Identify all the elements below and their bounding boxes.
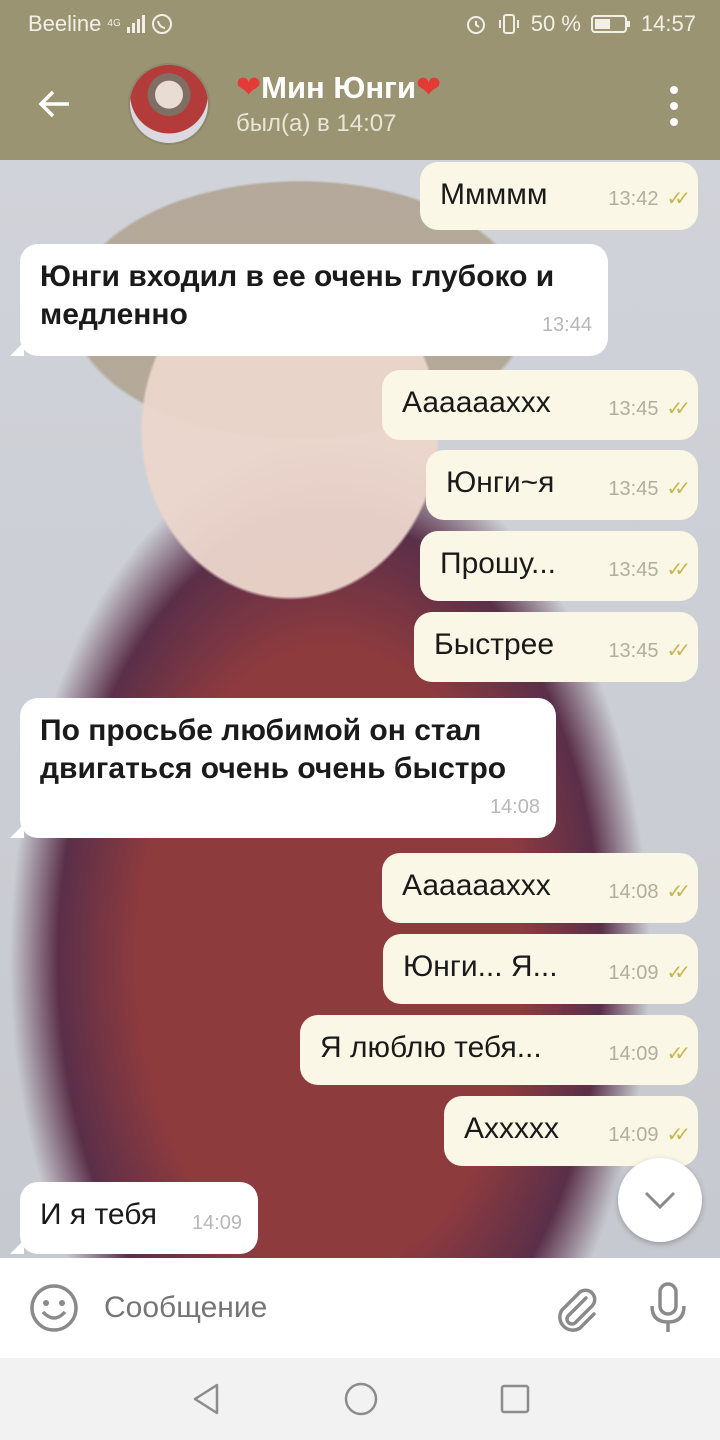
message-bubble[interactable]: Юнги~я 13:45 ✓✓ xyxy=(426,450,698,520)
double-check-icon: ✓✓ xyxy=(666,1124,690,1146)
message-text: Ааааааххх xyxy=(402,869,551,902)
microphone-icon[interactable] xyxy=(648,1282,688,1334)
message-time: 14:08 xyxy=(608,881,659,903)
message-time: 14:08 xyxy=(489,796,540,818)
message-text: Юнги входил в ее очень глубоко и медленн… xyxy=(40,260,555,331)
message-text: Я люблю тебя... xyxy=(320,1031,542,1064)
whatsapp-icon xyxy=(151,14,172,34)
message-time: 13:44 xyxy=(541,314,592,336)
battery-percent: 50 % xyxy=(530,11,581,36)
message-bubble[interactable]: Ааааааххх 13:45 ✓✓ xyxy=(382,370,698,440)
message-bubble[interactable]: Прошу... 13:45 ✓✓ xyxy=(420,531,698,601)
message-bubble[interactable]: Юнги входил в ее очень глубоко и медленн… xyxy=(10,244,608,356)
system-nav-bar xyxy=(0,1358,720,1440)
message-time: 13:45 xyxy=(608,640,659,662)
message-text: Прошу... xyxy=(440,547,557,580)
chevron-down-icon xyxy=(644,1191,676,1210)
message-text: Ааааааххх xyxy=(402,386,551,419)
arrow-left-icon xyxy=(38,90,69,118)
message-bubble[interactable]: По просьбе любимой он стал двигаться оче… xyxy=(10,698,556,838)
signal-icon xyxy=(126,15,145,33)
message-text: Ммммм xyxy=(440,178,548,211)
avatar[interactable] xyxy=(128,63,210,145)
last-seen: был(а) в 14:07 xyxy=(236,110,397,137)
message-bubble[interactable]: Ммммм 13:42 ✓✓ xyxy=(420,162,698,230)
message-text: Быстрее xyxy=(434,628,555,661)
chat-header: ❤ Мин Юнги ❤ был(а) в 14:07 xyxy=(0,48,720,160)
double-check-icon: ✓✓ xyxy=(666,478,690,500)
message-text: И я тебя xyxy=(40,1198,157,1231)
double-check-icon: ✓✓ xyxy=(666,881,690,903)
paperclip-icon[interactable] xyxy=(552,1284,600,1332)
network-type-label: 4G xyxy=(107,18,121,29)
message-text: Аххххх xyxy=(464,1112,560,1145)
carrier-label: Beeline xyxy=(28,11,102,36)
heart-icon: ❤ xyxy=(416,71,442,104)
message-time: 13:42 xyxy=(608,188,659,210)
contact-info[interactable]: ❤ Мин Юнги ❤ был(а) в 14:07 xyxy=(236,70,441,138)
message-time: 14:09 xyxy=(608,1124,659,1146)
message-time: 14:09 xyxy=(608,962,659,984)
contact-name: ❤ Мин Юнги ❤ xyxy=(236,70,441,106)
smiley-icon[interactable] xyxy=(28,1282,80,1334)
message-bubble[interactable]: И я тебя 14:09 xyxy=(10,1182,258,1254)
double-check-icon: ✓✓ xyxy=(666,398,690,420)
heart-icon: ❤ xyxy=(236,71,262,104)
recents-square-icon[interactable] xyxy=(499,1383,531,1415)
message-input[interactable] xyxy=(104,1291,524,1325)
double-check-icon: ✓✓ xyxy=(666,559,690,581)
more-vertical-icon xyxy=(670,86,678,94)
message-bubble[interactable]: Я люблю тебя... 14:09 ✓✓ xyxy=(300,1015,698,1085)
scroll-down-button[interactable] xyxy=(618,1158,702,1242)
message-bubble[interactable]: Юнги... Я... 14:09 ✓✓ xyxy=(383,934,698,1004)
message-time: 14:09 xyxy=(191,1212,242,1234)
back-button[interactable] xyxy=(0,48,110,160)
more-menu-button[interactable] xyxy=(664,86,684,126)
message-composer xyxy=(0,1258,720,1358)
double-check-icon: ✓✓ xyxy=(666,1043,690,1065)
message-bubble[interactable]: Аххххх 14:09 ✓✓ xyxy=(444,1096,698,1166)
message-time: 14:09 xyxy=(608,1043,659,1065)
alarm-icon xyxy=(466,16,485,34)
message-time: 13:45 xyxy=(608,398,659,420)
clock: 14:57 xyxy=(640,11,696,36)
double-check-icon: ✓✓ xyxy=(666,640,690,662)
status-bar: Beeline 4G 50 % 14:57 xyxy=(0,0,720,48)
chat-history[interactable]: Ммммм 13:42 ✓✓ Юнги входил в ее очень глу… xyxy=(0,160,720,1258)
message-time: 13:45 xyxy=(608,478,659,500)
double-check-icon: ✓✓ xyxy=(666,962,690,984)
message-time: 13:45 xyxy=(608,559,659,581)
vibrate-icon xyxy=(498,14,519,34)
message-bubble[interactable]: Ааааааххх 14:08 ✓✓ xyxy=(382,853,698,923)
message-bubble[interactable]: Быстрее 13:45 ✓✓ xyxy=(414,612,698,682)
battery-icon xyxy=(590,15,630,33)
message-text: Юнги... Я... xyxy=(403,950,558,983)
contact-name-text: Мин Юнги xyxy=(261,70,417,105)
message-text: Юнги~я xyxy=(446,466,555,499)
back-triangle-icon[interactable] xyxy=(189,1382,223,1416)
home-circle-icon[interactable] xyxy=(343,1381,379,1417)
message-text: По просьбе любимой он стал двигаться оче… xyxy=(40,714,507,785)
double-check-icon: ✓✓ xyxy=(666,188,690,210)
